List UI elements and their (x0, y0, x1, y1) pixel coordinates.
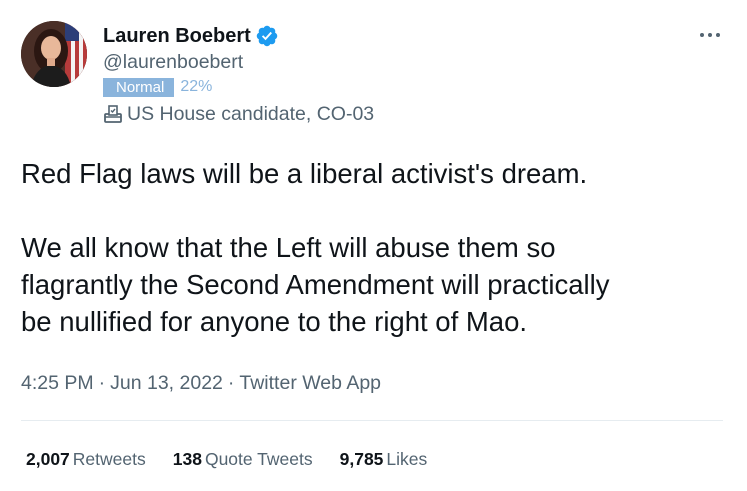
author-handle[interactable]: @laurenboebert (103, 51, 374, 77)
likes-stat[interactable]: 9,785 Likes (340, 449, 428, 470)
retweets-stat[interactable]: 2,007 Retweets (26, 449, 146, 470)
tweet-header: Lauren Boebert @laurenboebert Normal 22%… (103, 22, 374, 125)
status-badge: Normal (103, 77, 175, 97)
tweet-meta: 4:25 PM · Jun 13, 2022 · Twitter Web App (21, 372, 381, 395)
likes-count: 9,785 (339, 449, 384, 469)
tweet-time[interactable]: 4:25 PM (21, 372, 94, 395)
retweets-count: 2,007 (26, 449, 70, 469)
divider (21, 420, 723, 421)
ballot-box-icon (103, 104, 123, 124)
tweet-date[interactable]: Jun 13, 2022 (110, 372, 223, 395)
likes-label: Likes (386, 449, 428, 469)
account-label[interactable]: US House candidate, CO-03 (127, 103, 374, 126)
retweets-label: Retweets (72, 449, 146, 469)
quote-tweets-stat[interactable]: 138 Quote Tweets (173, 449, 313, 470)
avatar-image (21, 21, 87, 87)
more-horizontal-icon[interactable] (697, 27, 723, 43)
avatar[interactable] (21, 21, 87, 87)
tweet-stats: 2,007 Retweets 138 Quote Tweets 9,785 Likes (26, 449, 454, 470)
account-label-row: US House candidate, CO-03 (103, 103, 374, 125)
author-display-name[interactable]: Lauren Boebert (103, 25, 251, 48)
score-badge-row: Normal 22% (103, 77, 374, 97)
quote-tweets-label: Quote Tweets (204, 449, 313, 469)
meta-separator: · (227, 372, 235, 394)
tweet-paragraph: We all know that the Left will abuse the… (21, 232, 610, 337)
tweet-source[interactable]: Twitter Web App (239, 372, 381, 395)
quote-tweets-count: 138 (172, 449, 202, 469)
tweet-paragraph: Red Flag laws will be a liberal activist… (21, 158, 588, 189)
name-row: Lauren Boebert (103, 22, 374, 50)
tweet-text: Red Flag laws will be a liberal activist… (21, 155, 721, 340)
verified-badge-icon (255, 24, 279, 48)
meta-separator: · (98, 372, 106, 394)
status-badge-percent: 22% (180, 78, 213, 95)
